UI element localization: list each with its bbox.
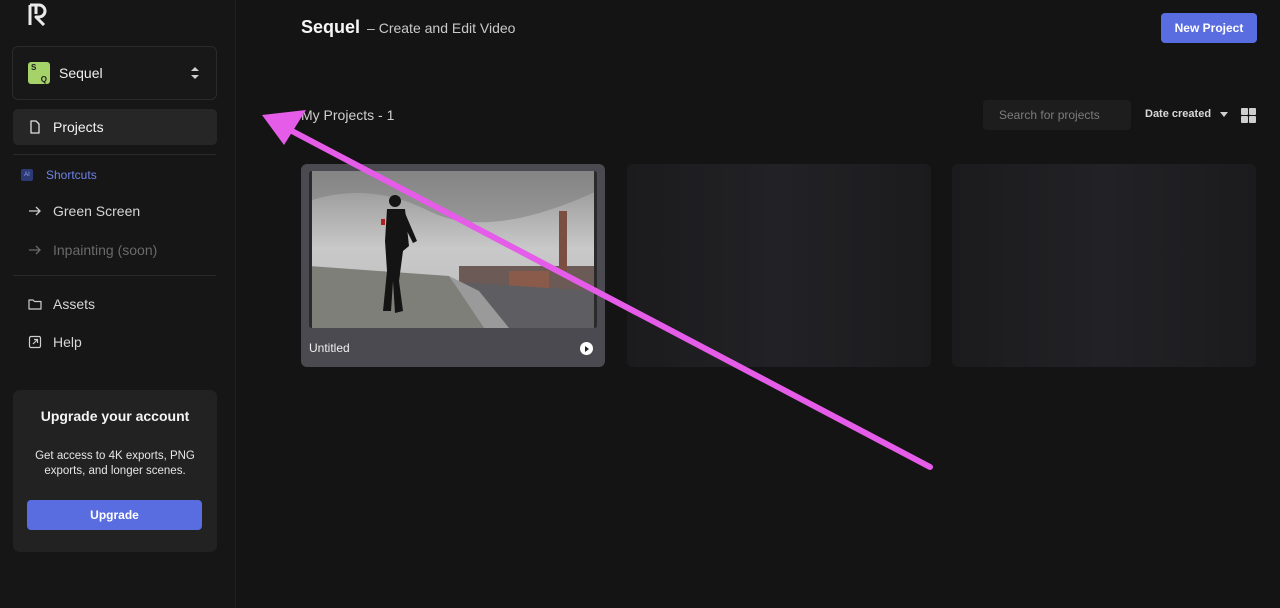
app-logo-icon[interactable] bbox=[27, 2, 51, 26]
page-title: Sequel – Create and Edit Video bbox=[301, 17, 515, 38]
sidebar-item-label: Green Screen bbox=[53, 203, 141, 219]
sidebar-divider bbox=[13, 275, 216, 276]
sidebar-item-inpainting: Inpainting (soon) bbox=[13, 232, 217, 268]
avatar-letter-bottom: Q bbox=[40, 75, 47, 84]
arrow-right-icon bbox=[29, 245, 41, 255]
shortcuts-label: Shortcuts bbox=[46, 168, 97, 182]
upgrade-button[interactable]: Upgrade bbox=[27, 500, 202, 530]
sidebar-item-assets[interactable]: Assets bbox=[13, 286, 217, 322]
sort-label: Date created bbox=[1145, 108, 1212, 120]
document-icon bbox=[30, 120, 40, 134]
sidebar-item-label: Projects bbox=[53, 119, 104, 135]
sidebar: S Q Sequel Projects AI Shortcuts Green S… bbox=[0, 0, 236, 608]
project-card[interactable]: Untitled bbox=[301, 164, 605, 367]
sidebar-item-help[interactable]: Help bbox=[13, 324, 217, 360]
chevron-updown-icon bbox=[191, 67, 199, 79]
upgrade-title: Upgrade your account bbox=[40, 408, 190, 424]
project-thumbnail bbox=[309, 171, 597, 328]
shortcuts-header: AI Shortcuts bbox=[21, 168, 97, 182]
workspace-avatar: S Q bbox=[28, 62, 50, 84]
sidebar-divider bbox=[13, 154, 216, 155]
caret-down-icon bbox=[1220, 111, 1229, 117]
sidebar-item-label: Assets bbox=[53, 296, 96, 312]
app-subtitle: – Create and Edit Video bbox=[367, 20, 516, 36]
project-card-placeholder bbox=[627, 164, 931, 367]
new-project-button[interactable]: New Project bbox=[1161, 13, 1257, 43]
grid-view-icon[interactable] bbox=[1241, 108, 1256, 123]
external-link-icon bbox=[28, 335, 42, 349]
upgrade-card: Upgrade your account Get access to 4K ex… bbox=[13, 390, 217, 552]
search-input[interactable] bbox=[983, 100, 1131, 130]
play-icon[interactable] bbox=[580, 342, 593, 355]
workspace-switcher[interactable]: S Q Sequel bbox=[12, 46, 217, 100]
sidebar-item-label: Help bbox=[53, 334, 82, 350]
sort-dropdown[interactable]: Date created bbox=[1145, 108, 1229, 120]
project-name: Untitled bbox=[309, 341, 350, 355]
ai-badge: AI bbox=[21, 169, 33, 181]
avatar-letter-top: S bbox=[31, 63, 37, 72]
folder-icon bbox=[28, 299, 42, 310]
sidebar-item-green-screen[interactable]: Green Screen bbox=[13, 193, 217, 229]
app-window: S Q Sequel Projects AI Shortcuts Green S… bbox=[0, 0, 1280, 608]
arrow-right-icon bbox=[29, 206, 41, 216]
sidebar-item-projects[interactable]: Projects bbox=[13, 109, 217, 145]
upgrade-description: Get access to 4K exports, PNG exports, a… bbox=[35, 450, 195, 477]
project-card-placeholder bbox=[952, 164, 1256, 367]
app-title: Sequel bbox=[301, 17, 361, 37]
workspace-name: Sequel bbox=[59, 65, 103, 81]
projects-heading: My Projects - 1 bbox=[301, 107, 395, 123]
sidebar-item-label: Inpainting (soon) bbox=[53, 242, 158, 258]
